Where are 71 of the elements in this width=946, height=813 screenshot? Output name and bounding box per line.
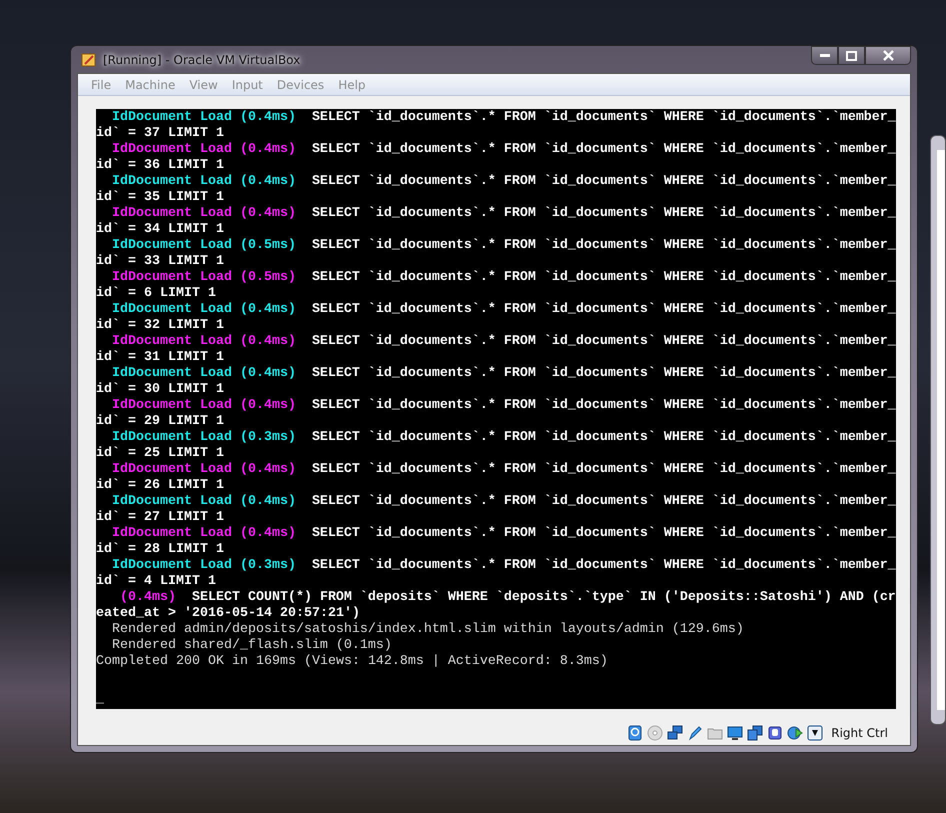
- query-label: IdDocument Load (0.4ms): [112, 206, 296, 222]
- log-text: Completed 200 OK in 169ms (Views: 142.8ms | ActiveRecord: 8.3ms): [96, 654, 608, 670]
- query-label: IdDocument Load (0.4ms): [112, 174, 296, 190]
- sql-text: SELECT `id_documents`.* FROM `id_documents` WHERE `id_documents`.`member_: [312, 430, 896, 446]
- query-label: IdDocument Load (0.3ms): [112, 430, 296, 446]
- sql-text: SELECT `id_documents`.* FROM `id_documents` WHERE `id_documents`.`member_: [312, 270, 896, 286]
- sql-text: id` = 37 LIMIT 1: [96, 126, 224, 142]
- query-label: IdDocument Load (0.4ms): [112, 526, 296, 542]
- sql-text: id` = 6 LIMIT 1: [96, 286, 216, 302]
- close-button[interactable]: [865, 46, 911, 65]
- query-label: IdDocument Load (0.4ms): [112, 398, 296, 414]
- query-label: IdDocument Load (0.4ms): [112, 494, 296, 510]
- sql-text: id` = 35 LIMIT 1: [96, 190, 224, 206]
- sql-text: SELECT `id_documents`.* FROM `id_documents` WHERE `id_documents`.`member_: [312, 334, 896, 350]
- maximize-button[interactable]: [838, 46, 865, 65]
- sql-text: id` = 33 LIMIT 1: [96, 254, 224, 270]
- menu-item[interactable]: View: [182, 76, 225, 94]
- sql-text: SELECT `id_documents`.* FROM `id_documents` WHERE `id_documents`.`member_: [312, 206, 896, 222]
- sql-text: id` = 30 LIMIT 1: [96, 382, 224, 398]
- window-title: [Running] - Oracle VM VirtualBox: [103, 52, 300, 68]
- sql-text: SELECT COUNT(*) FROM `deposits` WHERE `deposits`.`type` IN ('Deposits::Satoshi') AND (cr: [192, 590, 896, 606]
- sql-text: SELECT `id_documents`.* FROM `id_documents` WHERE `id_documents`.`member_: [312, 526, 896, 542]
- query-label: IdDocument Load (0.4ms): [112, 142, 296, 158]
- sql-text: eated_at > '2016-05-14 20:57:21'): [96, 606, 360, 622]
- host-key-label: Right Ctrl: [831, 724, 888, 742]
- pen-icon[interactable]: [687, 724, 704, 740]
- menu-item[interactable]: Devices: [270, 76, 332, 94]
- query-label: IdDocument Load (0.4ms): [112, 462, 296, 478]
- query-label: IdDocument Load (0.5ms): [112, 270, 296, 286]
- query-label: IdDocument Load (0.4ms): [112, 110, 296, 126]
- text-cursor: _: [96, 692, 104, 708]
- query-label: (0.4ms): [120, 590, 176, 606]
- query-label: IdDocument Load (0.4ms): [112, 334, 296, 350]
- sql-text: SELECT `id_documents`.* FROM `id_documents` WHERE `id_documents`.`member_: [312, 366, 896, 382]
- sql-text: SELECT `id_documents`.* FROM `id_documents` WHERE `id_documents`.`member_: [312, 110, 896, 126]
- sql-text: id` = 36 LIMIT 1: [96, 158, 224, 174]
- log-text: Rendered shared/_flash.slim (0.1ms): [112, 638, 392, 654]
- globe-icon[interactable]: [787, 724, 804, 740]
- sql-text: id` = 34 LIMIT 1: [96, 222, 224, 238]
- sql-text: id` = 25 LIMIT 1: [96, 446, 224, 462]
- sql-text: SELECT `id_documents`.* FROM `id_documents` WHERE `id_documents`.`member_: [312, 398, 896, 414]
- query-label: IdDocument Load (0.4ms): [112, 366, 296, 382]
- minimize-icon: [820, 54, 830, 58]
- app-icon: [81, 52, 97, 68]
- sql-text: SELECT `id_documents`.* FROM `id_documents` WHERE `id_documents`.`member_: [312, 174, 896, 190]
- query-label: IdDocument Load (0.3ms): [112, 558, 296, 574]
- windows-icon[interactable]: [747, 724, 764, 740]
- log-text: Rendered admin/deposits/satoshis/index.html.slim within layouts/admin (129.6ms): [112, 622, 744, 638]
- sql-text: id` = 27 LIMIT 1: [96, 510, 224, 526]
- sql-text: SELECT `id_documents`.* FROM `id_documents` WHERE `id_documents`.`member_: [312, 238, 896, 254]
- sql-text: id` = 28 LIMIT 1: [96, 542, 224, 558]
- sql-text: id` = 26 LIMIT 1: [96, 478, 224, 494]
- sql-text: id` = 32 LIMIT 1: [96, 318, 224, 334]
- query-label: IdDocument Load (0.4ms): [112, 302, 296, 318]
- query-label: IdDocument Load (0.5ms): [112, 238, 296, 254]
- sql-text: SELECT `id_documents`.* FROM `id_documents` WHERE `id_documents`.`member_: [312, 302, 896, 318]
- menu-item[interactable]: File: [84, 76, 118, 94]
- menu-item[interactable]: Input: [224, 76, 270, 94]
- sql-text: SELECT `id_documents`.* FROM `id_documents` WHERE `id_documents`.`member_: [312, 462, 896, 478]
- minimize-button[interactable]: [811, 46, 838, 65]
- sql-text: SELECT `id_documents`.* FROM `id_documents` WHERE `id_documents`.`member_: [312, 142, 896, 158]
- maximize-icon: [846, 50, 857, 60]
- sql-text: SELECT `id_documents`.* FROM `id_documents` WHERE `id_documents`.`member_: [312, 494, 896, 510]
- sql-text: id` = 29 LIMIT 1: [96, 414, 224, 430]
- close-icon: [882, 50, 894, 61]
- menu-item[interactable]: Machine: [118, 76, 182, 94]
- sql-text: id` = 31 LIMIT 1: [96, 350, 224, 366]
- sql-text: id` = 4 LIMIT 1: [96, 574, 216, 590]
- sql-text: SELECT `id_documents`.* FROM `id_documents` WHERE `id_documents`.`member_: [312, 558, 896, 574]
- menu-item[interactable]: Help: [331, 76, 373, 94]
- monitor-icon[interactable]: [727, 724, 744, 740]
